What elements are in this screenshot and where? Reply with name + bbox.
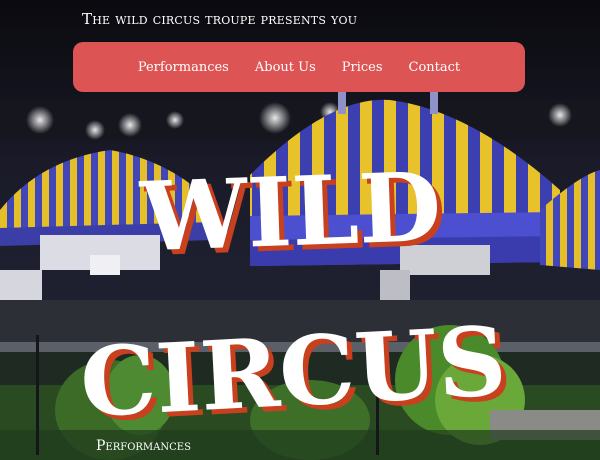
tagline: The wild circus troupe presents you — [82, 10, 358, 28]
performances-heading: Performances — [96, 438, 191, 454]
nav-link-about-us[interactable]: About Us — [242, 60, 329, 75]
nav-link-performances[interactable]: Performances — [125, 60, 242, 75]
nav-link-contact[interactable]: Contact — [396, 60, 474, 75]
main-nav: Performances About Us Prices Contact — [73, 42, 525, 92]
nav-link-prices[interactable]: Prices — [329, 60, 396, 75]
